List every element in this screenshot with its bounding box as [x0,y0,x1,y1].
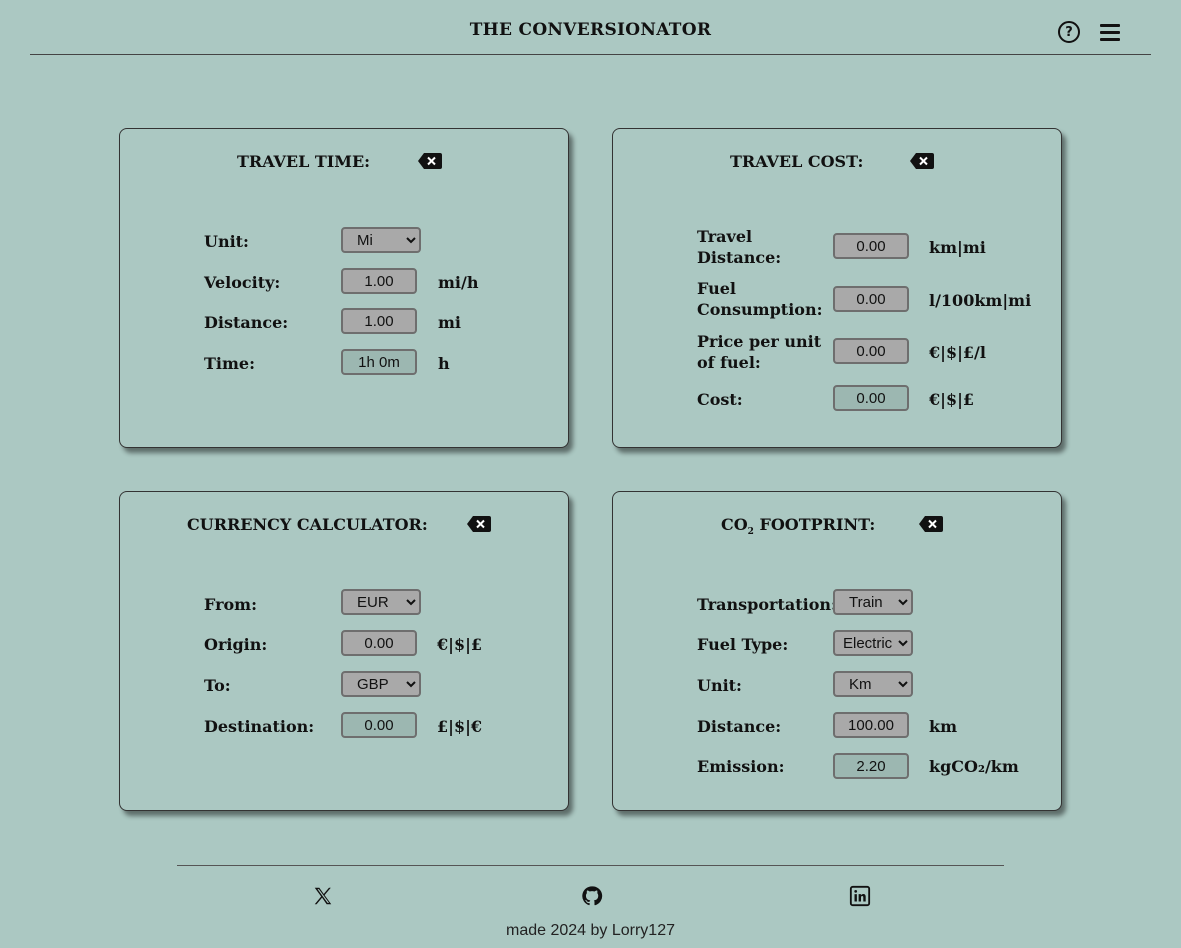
distance-input[interactable] [341,308,417,334]
card-title: CO2 FOOTPRINT: [721,515,875,537]
card-title: TRAVEL TIME: [237,152,371,171]
linkedin-icon[interactable] [849,885,871,907]
title-prefix: CO [721,515,748,534]
velocity-unit: mi/h [438,273,479,292]
header: THE CONVERSIONATOR ? [30,0,1151,55]
fuel-consumption-label: Fuel Consumption: [697,278,822,320]
cost-output [833,385,909,411]
footer-divider [177,865,1004,866]
fuel-price-input[interactable] [833,338,909,364]
fuel-type-label: Fuel Type: [697,635,789,654]
emission-unit: kgCO₂/km [929,757,1019,776]
distance-input[interactable] [833,712,909,738]
distance-unit: mi [438,313,462,332]
velocity-label: Velocity: [204,273,281,292]
card-title: TRAVEL COST: [730,152,864,171]
hamburger-menu-icon[interactable] [1100,24,1120,41]
fuel-consumption-input[interactable] [833,286,909,312]
made-by-credit: made 2024 by Lorry127 [506,922,675,939]
fuel-consumption-unit: l/100km|mi [929,291,1032,310]
transportation-label: Transportation: [697,595,837,614]
to-currency-select[interactable]: GBP [341,671,421,697]
transportation-select[interactable]: Train [833,589,913,615]
app-title: THE CONVERSIONATOR [469,20,712,40]
cost-label: Cost: [697,390,743,409]
from-currency-select[interactable]: EUR [341,589,421,615]
unit-label: Unit: [204,232,249,251]
currency-calculator-card: CURRENCY CALCULATOR: From: EUR Origin: €… [119,491,569,811]
label-line: Price per unit [697,332,822,351]
origin-amount-input[interactable] [341,630,417,656]
time-output [341,349,417,375]
emission-label: Emission: [697,757,785,776]
time-unit: h [438,354,450,373]
emission-output [833,753,909,779]
destination-unit: £|$|€ [437,717,483,736]
card-title: CURRENCY CALCULATOR: [187,515,428,534]
fuel-price-label: Price per unit of fuel: [697,331,821,373]
origin-unit: €|$|£ [437,635,483,654]
co2-footprint-card: CO2 FOOTPRINT: Transportation: Train Fue… [612,491,1062,811]
from-label: From: [204,595,258,614]
x-icon[interactable] [312,885,334,907]
help-icon[interactable]: ? [1058,21,1080,43]
destination-amount-output [341,712,417,738]
origin-label: Origin: [204,635,268,654]
to-label: To: [204,676,231,695]
label-line: Consumption: [697,300,823,319]
distance-label: Distance: [204,313,289,332]
label-line: of fuel: [697,353,761,372]
clear-backspace-icon[interactable] [418,153,442,169]
travel-distance-unit: km|mi [929,238,986,257]
clear-backspace-icon[interactable] [910,153,934,169]
distance-label: Distance: [697,717,782,736]
distance-unit: km [929,717,958,736]
label-line: Fuel [697,279,736,298]
velocity-input[interactable] [341,268,417,294]
fuel-price-unit: €|$|£/l [929,343,986,362]
cost-unit: €|$|£ [929,390,975,409]
unit-select[interactable]: Mi [341,227,421,253]
destination-label: Destination: [204,717,315,736]
fuel-type-select[interactable]: Electric [833,630,913,656]
title-suffix: FOOTPRINT: [753,515,876,534]
clear-backspace-icon[interactable] [467,516,491,532]
unit-select[interactable]: Km [833,671,913,697]
travel-distance-label: Travel Distance: [697,226,781,268]
clear-backspace-icon[interactable] [919,516,943,532]
time-label: Time: [204,354,255,373]
github-icon[interactable] [581,885,603,907]
unit-label: Unit: [697,676,742,695]
page: THE CONVERSIONATOR ? TRAVEL TIME: Unit: … [0,0,1181,948]
label-line: Distance: [697,248,782,267]
travel-cost-card: TRAVEL COST: Travel Distance: km|mi Fuel… [612,128,1062,448]
travel-time-card: TRAVEL TIME: Unit: Mi Velocity: mi/h Dis… [119,128,569,448]
label-line: Travel [697,227,753,246]
travel-distance-input[interactable] [833,233,909,259]
